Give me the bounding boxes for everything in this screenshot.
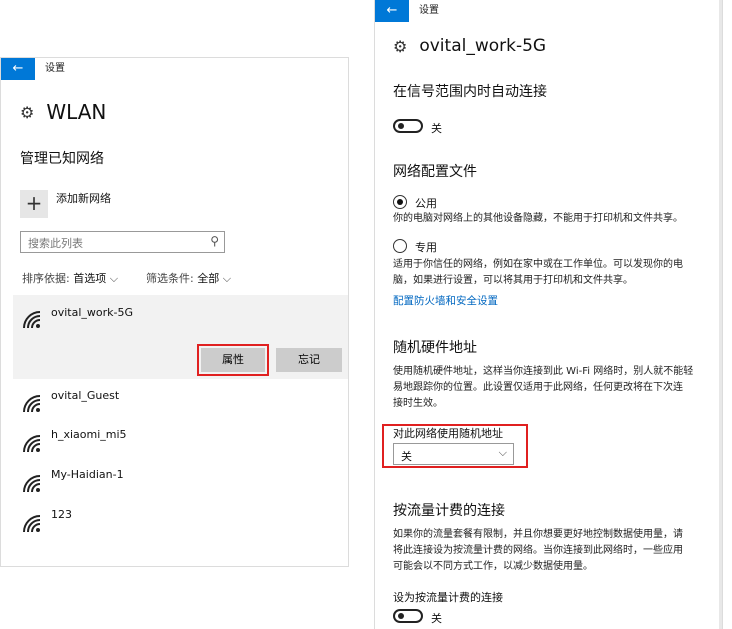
profile-title: 网络配置文件 <box>393 164 477 180</box>
add-network-button[interactable]: + <box>20 190 48 218</box>
back-button[interactable]: ← <box>375 0 409 22</box>
random-description-line: 接时生效。 <box>393 398 443 409</box>
back-arrow-icon: ← <box>386 3 398 18</box>
sort-value: 首选项 <box>73 272 107 285</box>
network-name[interactable]: h_xiaomi_mi5 <box>51 428 127 441</box>
plus-icon: + <box>25 191 43 215</box>
metered-description-line: 如果你的流量套餐有限制，并且你想要更好地控制数据使用量，请 <box>393 529 683 540</box>
page-header: ⚙ WLAN <box>20 100 106 124</box>
window-title: 设置 <box>419 5 439 16</box>
back-button[interactable]: ← <box>1 58 35 80</box>
title-bar: ← 设置 <box>375 0 722 22</box>
firewall-link[interactable]: 配置防火墙和安全设置 <box>393 293 498 308</box>
auto-connect-title: 在信号范围内时自动连接 <box>393 84 547 100</box>
auto-connect-state: 关 <box>431 122 442 135</box>
metered-title: 按流量计费的连接 <box>393 503 505 519</box>
scrollbar[interactable] <box>719 0 722 629</box>
gear-icon: ⚙ <box>393 36 408 56</box>
sort-dropdown[interactable]: 排序依据: 首选项 ⌵ <box>22 270 118 286</box>
wifi-icon <box>23 475 41 493</box>
private-radio[interactable] <box>393 239 407 253</box>
network-name: ovital_work-5G <box>51 306 134 319</box>
network-name[interactable]: 123 <box>51 508 72 521</box>
chevron-down-icon: ⌵ <box>222 272 232 285</box>
random-address-title: 随机硬件地址 <box>393 340 477 356</box>
chevron-down-icon: ⌵ <box>109 272 119 285</box>
network-properties-window: ← 设置 ⚙ ovital_work-5G 在信号范围内时自动连接 关 网络配置… <box>374 0 723 629</box>
toggle-knob <box>398 123 404 129</box>
metered-state: 关 <box>431 612 442 625</box>
search-placeholder: 搜索此列表 <box>28 237 83 250</box>
page-title: ovital_work-5G <box>419 36 547 56</box>
sort-label: 排序依据: <box>22 272 70 285</box>
auto-connect-toggle[interactable] <box>393 119 423 133</box>
highlight-box <box>382 424 528 468</box>
filter-dropdown[interactable]: 筛选条件: 全部 ⌵ <box>146 270 231 286</box>
title-bar: ← 设置 <box>1 58 348 80</box>
wifi-icon <box>23 395 41 413</box>
random-description-line: 使用随机硬件地址，这样当你连接到此 Wi-Fi 网络时，别人就不能轻 <box>393 366 694 377</box>
metered-description-line: 可能会以不同方式工作，以减少数据使用量。 <box>393 561 593 572</box>
window-title: 设置 <box>45 63 65 74</box>
search-icon: ⚲ <box>210 234 219 248</box>
public-radio[interactable] <box>393 195 407 209</box>
network-name[interactable]: My-Haidian-1 <box>51 468 124 481</box>
public-label: 公用 <box>415 197 437 210</box>
wifi-icon <box>23 435 41 453</box>
random-description-line: 易地跟踪你的位置。此设置仅适用于此网络，任何更改将在下次连 <box>393 382 683 393</box>
private-description-line: 脑，如果进行设置，可以将其用于打印机和文件共享。 <box>393 275 633 286</box>
network-name[interactable]: ovital_Guest <box>51 389 119 402</box>
forget-button[interactable]: 忘记 <box>276 348 342 372</box>
private-description-line: 适用于你信任的网络，例如在家中或在工作单位。可以发现你的电 <box>393 259 683 270</box>
private-label: 专用 <box>415 241 437 254</box>
wifi-icon <box>23 515 41 533</box>
filter-value: 全部 <box>197 272 220 285</box>
wifi-icon <box>23 311 41 329</box>
filter-label: 筛选条件: <box>146 272 194 285</box>
search-input[interactable]: 搜索此列表 ⚲ <box>20 231 225 253</box>
page-header: ⚙ ovital_work-5G <box>393 36 546 56</box>
public-description: 你的电脑对网络上的其他设备隐藏，不能用于打印机和文件共享。 <box>393 213 683 224</box>
wlan-settings-window: ← 设置 ⚙ WLAN 管理已知网络 + 添加新网络 搜索此列表 ⚲ 排序依据:… <box>0 57 349 567</box>
metered-description-line: 将此连接设为按流量计费的网络。当你连接到此网络时，一些应用 <box>393 545 683 556</box>
toggle-knob <box>398 613 404 619</box>
page-title: WLAN <box>46 100 107 124</box>
add-network-label[interactable]: 添加新网络 <box>56 190 111 206</box>
section-title: 管理已知网络 <box>20 151 104 167</box>
metered-toggle-label: 设为按流量计费的连接 <box>393 591 503 604</box>
back-arrow-icon: ← <box>12 61 24 76</box>
metered-toggle[interactable] <box>393 609 423 623</box>
gear-icon: ⚙ <box>20 102 35 122</box>
highlight-box <box>197 344 269 376</box>
